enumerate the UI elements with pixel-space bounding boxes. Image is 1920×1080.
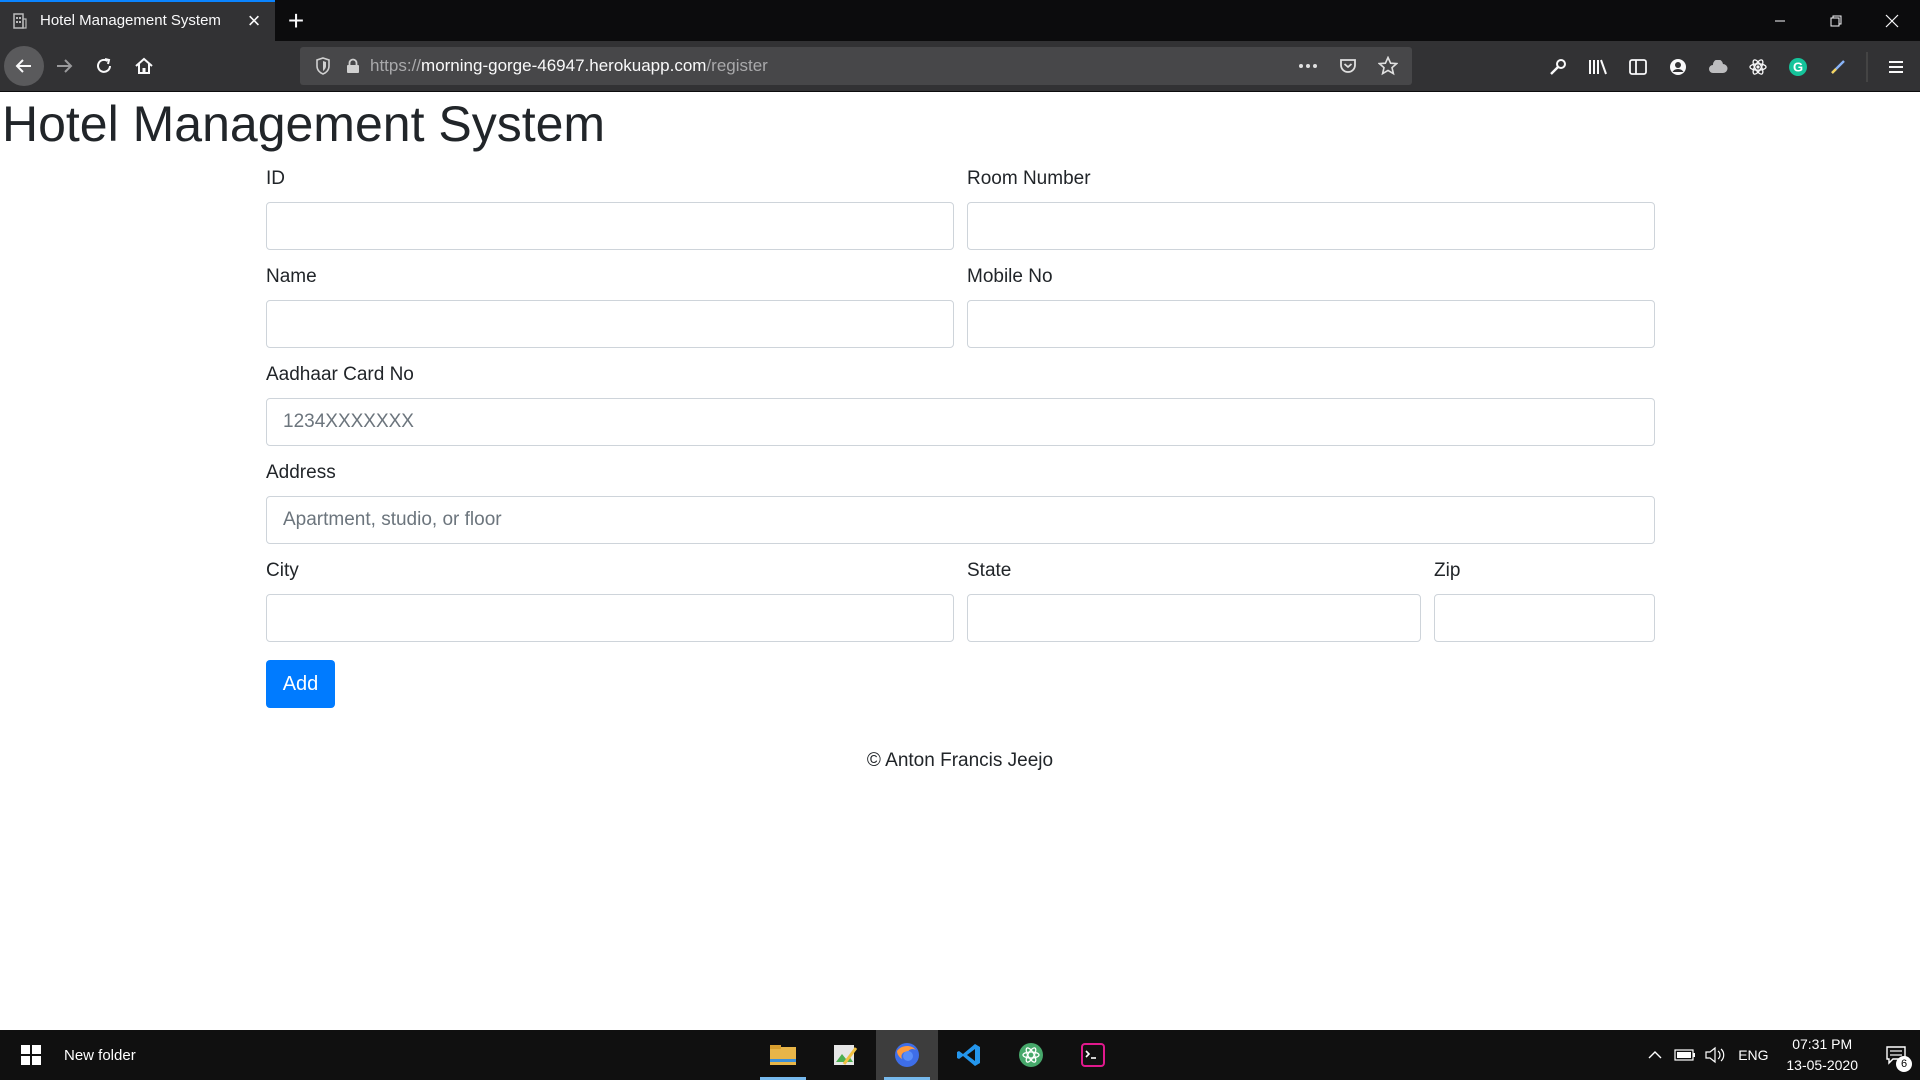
clock[interactable]: 07:31 PM 13-05-2020 xyxy=(1786,1034,1858,1076)
browser-window: Hotel Management System × + https://morn… xyxy=(0,0,1920,1030)
account-icon[interactable] xyxy=(1658,47,1698,87)
tab-title: Hotel Management System xyxy=(40,12,221,29)
tab-hotel-management[interactable]: Hotel Management System × xyxy=(0,0,275,41)
footer-copyright: © Anton Francis Jeejo xyxy=(866,750,1054,771)
city-group: City xyxy=(266,560,954,642)
react-devtools-icon[interactable] xyxy=(1738,47,1778,87)
address-label: Address xyxy=(266,462,336,483)
id-input[interactable] xyxy=(266,202,954,250)
back-button[interactable] xyxy=(4,46,44,86)
zip-group: Zip xyxy=(1434,560,1655,642)
name-input[interactable] xyxy=(266,300,954,348)
id-label: ID xyxy=(266,168,285,189)
taskbar-apps xyxy=(752,1030,1124,1080)
page-content: Hotel Management System ID Room Number N… xyxy=(0,92,1920,1030)
menu-icon[interactable] xyxy=(1876,47,1916,87)
library-icon[interactable] xyxy=(1578,47,1618,87)
page-title: Hotel Management System xyxy=(2,96,606,152)
mobile-input[interactable] xyxy=(967,300,1655,348)
electron-app-icon[interactable] xyxy=(1000,1030,1062,1080)
form-row-aadhaar: Aadhaar Card No xyxy=(266,364,1655,446)
sidebar-icon[interactable] xyxy=(1618,47,1658,87)
terminal-icon[interactable] xyxy=(1062,1030,1124,1080)
restore-icon[interactable] xyxy=(1808,0,1864,41)
notification-center-icon[interactable]: 6 xyxy=(1872,1030,1920,1080)
aadhaar-input[interactable] xyxy=(266,398,1655,446)
state-label: State xyxy=(967,560,1012,581)
file-explorer-icon[interactable] xyxy=(752,1030,814,1080)
cloud-extension-icon[interactable] xyxy=(1698,47,1738,87)
state-input[interactable] xyxy=(967,594,1421,642)
room-number-input[interactable] xyxy=(967,202,1655,250)
room-number-label: Room Number xyxy=(967,168,1091,189)
address-group: Address xyxy=(266,462,1655,544)
url-host: morning-gorge-46947.herokuapp.com xyxy=(421,56,707,75)
close-window-icon[interactable] xyxy=(1864,0,1920,41)
name-label: Name xyxy=(266,266,317,287)
notification-badge: 6 xyxy=(1896,1056,1912,1072)
mobile-group: Mobile No xyxy=(967,266,1655,348)
city-input[interactable] xyxy=(266,594,954,642)
url-scheme: https:// xyxy=(370,56,422,75)
aadhaar-group: Aadhaar Card No xyxy=(266,364,1655,446)
bookmark-star-icon[interactable] xyxy=(1374,56,1402,76)
address-bar[interactable]: https://morning-gorge-46947.herokuapp.co… xyxy=(300,47,1412,85)
mobile-label: Mobile No xyxy=(967,266,1053,287)
taskbar-folder-label[interactable]: New folder xyxy=(64,1047,136,1064)
new-tab-button[interactable]: + xyxy=(275,0,317,41)
windows-start-icon[interactable] xyxy=(0,1030,62,1080)
lock-icon[interactable] xyxy=(340,58,366,74)
vscode-icon[interactable] xyxy=(938,1030,1000,1080)
home-button[interactable] xyxy=(124,46,164,86)
firefox-icon[interactable] xyxy=(876,1030,938,1080)
clock-time: 07:31 PM xyxy=(1792,1036,1853,1052)
chevron-up-icon[interactable] xyxy=(1640,1050,1670,1060)
id-group: ID xyxy=(266,168,954,250)
form-row-name-mobile: Name Mobile No xyxy=(266,266,1655,348)
tab-bar: Hotel Management System × + xyxy=(0,0,1920,41)
clock-date: 13-05-2020 xyxy=(1786,1057,1858,1073)
page-icon xyxy=(10,11,30,31)
page-actions-icon[interactable] xyxy=(1294,56,1322,76)
toolbar-separator xyxy=(1858,47,1876,87)
zip-input[interactable] xyxy=(1434,594,1655,642)
taskbar: New folder ENG 07:31 PM 13-05-2020 6 xyxy=(0,1030,1920,1080)
city-label: City xyxy=(266,560,299,581)
toolbar-extensions: G xyxy=(1538,41,1916,92)
close-tab-icon[interactable]: × xyxy=(243,8,265,33)
window-controls xyxy=(1752,0,1920,41)
battery-icon[interactable] xyxy=(1670,1049,1700,1061)
add-button[interactable]: Add xyxy=(266,660,335,708)
zip-label: Zip xyxy=(1434,560,1461,581)
svg-text:G: G xyxy=(1793,59,1803,74)
url-text[interactable]: https://morning-gorge-46947.herokuapp.co… xyxy=(370,56,1294,76)
photo-editor-icon[interactable] xyxy=(814,1030,876,1080)
form-row-id-room: ID Room Number xyxy=(266,168,1655,250)
room-number-group: Room Number xyxy=(967,168,1655,250)
language-indicator[interactable]: ENG xyxy=(1730,1047,1776,1063)
shield-icon[interactable] xyxy=(310,57,336,75)
wrench-icon[interactable] xyxy=(1538,47,1578,87)
address-input[interactable] xyxy=(266,496,1655,544)
system-tray: ENG 07:31 PM 13-05-2020 6 xyxy=(1640,1030,1920,1080)
volume-icon[interactable] xyxy=(1700,1046,1730,1064)
state-group: State xyxy=(967,560,1421,642)
pocket-icon[interactable] xyxy=(1334,56,1362,76)
color-picker-icon[interactable] xyxy=(1818,47,1858,87)
form-row-address: Address xyxy=(266,462,1655,544)
name-group: Name xyxy=(266,266,954,348)
forward-button[interactable] xyxy=(44,46,84,86)
register-form: ID Room Number Name Mobile No Aadhaar Ca… xyxy=(266,168,1655,708)
url-path: /register xyxy=(706,56,768,75)
reload-button[interactable] xyxy=(84,46,124,86)
address-bar-actions xyxy=(1294,56,1402,76)
grammarly-icon[interactable]: G xyxy=(1778,47,1818,87)
minimize-icon[interactable] xyxy=(1752,0,1808,41)
aadhaar-label: Aadhaar Card No xyxy=(266,364,414,385)
form-row-city-state-zip: City State Zip xyxy=(266,560,1655,642)
